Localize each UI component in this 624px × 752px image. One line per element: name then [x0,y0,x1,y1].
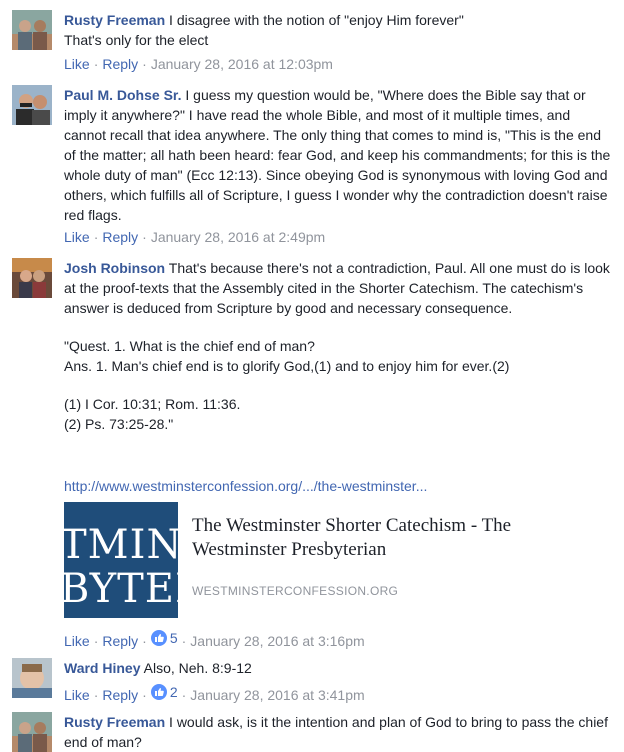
reply-link[interactable]: Reply [102,56,138,72]
thumbs-up-icon [150,630,167,646]
comment-actions: Like · Reply · 5 · January 28, 2016 at 3:16pm [64,628,365,649]
link-preview-card[interactable]: TMIN BYTEI The Westminster Shorter Catec… [64,502,612,618]
comment-text: That's only for the elect [64,32,209,48]
reference-line: (1) I Cor. 10:31; Rom. 11:36. [64,396,241,412]
thumbnail-text: TMIN [64,522,178,568]
avatar[interactable] [12,712,52,752]
comment-actions: Like · Reply · January 28, 2016 at 12:03pm [64,56,333,72]
author-name[interactable]: Josh Robinson [64,260,165,276]
reply-link[interactable]: Reply [102,633,138,649]
comment-actions: Like · Reply · 2 · January 28, 2016 at 3:41pm [64,682,365,703]
timestamp[interactable]: January 28, 2016 at 3:41pm [190,687,364,703]
timestamp[interactable]: January 28, 2016 at 12:03pm [151,56,333,72]
like-count[interactable]: 2 [150,682,178,702]
timestamp[interactable]: January 28, 2016 at 2:49pm [151,229,325,245]
comment-actions: Like · Reply · January 28, 2016 at 2:49pm [64,229,326,245]
link-preview-title[interactable]: The Westminster Shorter Catechism - The … [192,514,602,562]
thumbnail-text: BYTEI [64,566,178,612]
comment-text: I guess my question would be, "Where doe… [64,87,611,223]
reply-link[interactable]: Reply [102,687,138,703]
avatar[interactable] [12,258,52,298]
author-name[interactable]: Rusty Freeman [64,714,165,730]
avatar[interactable] [12,85,52,125]
avatar[interactable] [12,10,52,50]
reference-line: (2) Ps. 73:25-28." [64,416,174,432]
quote-line: "Quest. 1. What is the chief end of man? [64,338,315,354]
author-name[interactable]: Ward Hiney [64,660,141,676]
comment-text: I disagree with the notion of "enjoy Him… [169,12,464,28]
author-name[interactable]: Rusty Freeman [64,12,165,28]
link-preview-domain: WESTMINSTERCONFESSION.ORG [192,584,399,598]
thumbs-up-icon [150,684,167,700]
reply-link[interactable]: Reply [102,229,138,245]
like-link[interactable]: Like [64,633,90,649]
like-link[interactable]: Like [64,56,90,72]
like-count[interactable]: 5 [150,628,178,648]
quote-line: Ans. 1. Man's chief end is to glorify Go… [64,358,510,374]
shared-url[interactable]: http://www.westminsterconfession.org/...… [64,478,427,494]
comment-text: Also, Neh. 8:9-12 [143,660,252,676]
like-link[interactable]: Like [64,687,90,703]
link-preview-thumbnail[interactable]: TMIN BYTEI [64,502,178,618]
timestamp[interactable]: January 28, 2016 at 3:16pm [190,633,364,649]
author-name[interactable]: Paul M. Dohse Sr. [64,87,181,103]
avatar[interactable] [12,658,52,698]
like-link[interactable]: Like [64,229,90,245]
